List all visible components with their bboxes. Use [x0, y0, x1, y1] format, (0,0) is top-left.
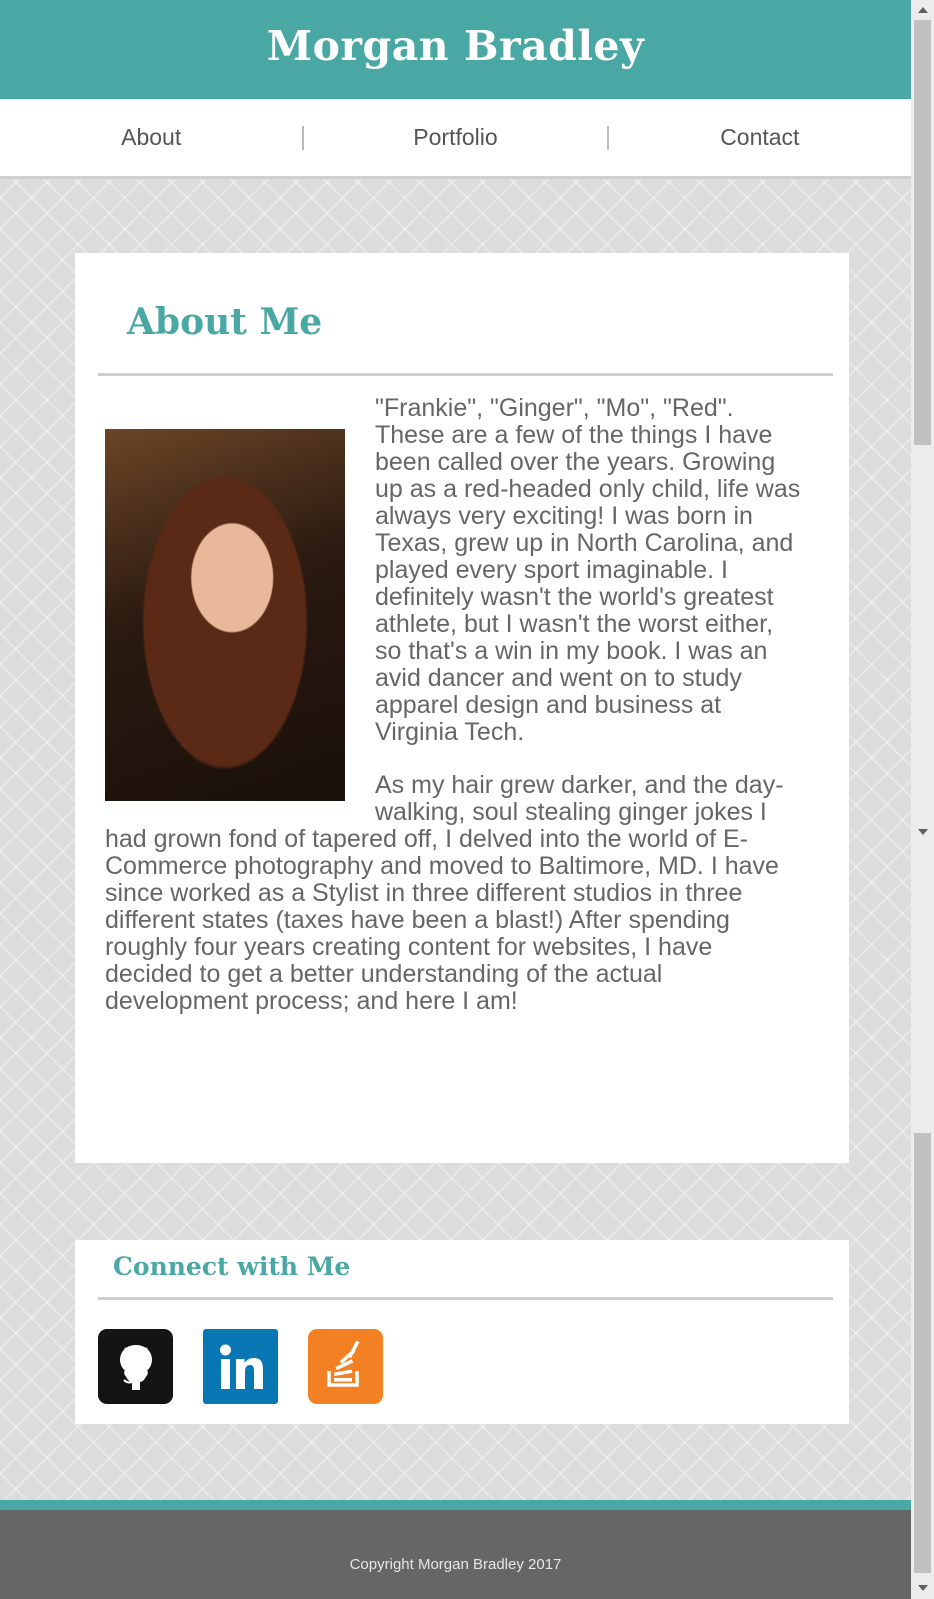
- site-title: Morgan Bradley: [266, 22, 645, 70]
- about-divider: [98, 373, 833, 376]
- scrollbar-thumb[interactable]: [914, 20, 931, 445]
- site-footer: Copyright Morgan Bradley 2017: [0, 1510, 911, 1599]
- main-nav: About Portfolio Contact: [0, 99, 911, 179]
- stackoverflow-link[interactable]: [308, 1329, 383, 1404]
- github-icon: [119, 1344, 152, 1390]
- nav-portfolio[interactable]: Portfolio: [304, 124, 606, 151]
- bio-paragraph-2: As my hair grew darker, and the day-walk…: [105, 771, 784, 1015]
- linkedin-icon: [219, 1344, 263, 1389]
- scroll-down-icon[interactable]: [918, 1585, 928, 1591]
- github-link[interactable]: [98, 1329, 173, 1404]
- page: Morgan Bradley About Portfolio Contact A…: [0, 0, 911, 1599]
- scroll-up-icon[interactable]: [918, 7, 928, 13]
- linkedin-link[interactable]: [203, 1329, 278, 1404]
- scrollbar-track[interactable]: [914, 1133, 931, 1573]
- connect-title: Connect with Me: [113, 1252, 351, 1281]
- about-title: About Me: [127, 301, 323, 343]
- about-card: About Me "Frankie", "Ginger", "Mo", "Red…: [75, 253, 849, 1163]
- stackoverflow-icon: [326, 1340, 359, 1387]
- connect-card: Connect with Me: [75, 1240, 849, 1424]
- scroll-down-icon[interactable]: [918, 829, 928, 835]
- nav-about[interactable]: About: [0, 124, 302, 151]
- connect-divider: [98, 1297, 833, 1300]
- site-header: Morgan Bradley: [0, 0, 911, 99]
- copyright-text: Copyright Morgan Bradley 2017: [349, 1556, 562, 1573]
- footer-accent-strip: [0, 1500, 911, 1510]
- nav-contact[interactable]: Contact: [609, 124, 911, 151]
- vertical-scrollbar[interactable]: [911, 0, 934, 1599]
- bio-text: "Frankie", "Ginger", "Mo", "Red". These …: [105, 395, 805, 1015]
